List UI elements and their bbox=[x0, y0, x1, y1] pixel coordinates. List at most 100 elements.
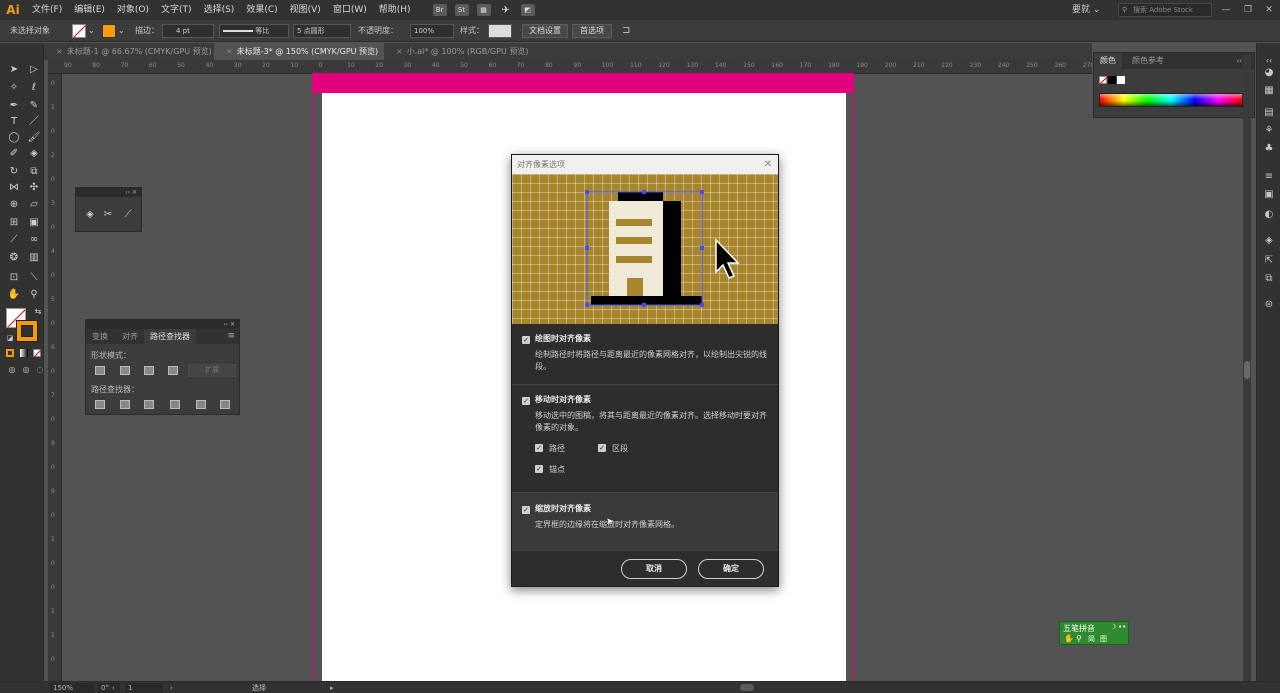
tab-pathfinder[interactable]: 路径查找器 bbox=[144, 329, 196, 344]
maximize-button[interactable]: ❐ bbox=[1238, 0, 1258, 20]
minimize-button[interactable]: — bbox=[1216, 0, 1236, 20]
prev-artboard-icon[interactable]: ‹ bbox=[112, 683, 115, 693]
type-tool-icon[interactable]: T bbox=[6, 115, 22, 129]
color-guide-icon[interactable]: ▦ bbox=[1262, 85, 1276, 97]
close-tab-icon[interactable]: × bbox=[226, 47, 233, 56]
layers-icon[interactable]: ◈ bbox=[1262, 235, 1276, 247]
anchor-checkbox[interactable]: ✓ bbox=[535, 465, 543, 473]
shaper-tool-icon[interactable]: ✐ bbox=[6, 147, 22, 161]
zoom-tool-icon[interactable]: ⚲ bbox=[26, 288, 42, 302]
document-setup-button[interactable]: 文档设置 bbox=[522, 24, 568, 38]
menu-view[interactable]: 视图(V) bbox=[284, 0, 327, 20]
stock-search-field[interactable]: ⚲ 搜索 Adobe Stock bbox=[1118, 3, 1212, 17]
shape-builder-tool-icon[interactable]: ⊕ bbox=[6, 198, 22, 212]
white-swatch[interactable] bbox=[1117, 76, 1125, 84]
ime-dots-icon[interactable]: •• bbox=[1118, 623, 1126, 631]
stroke-dropdown-icon[interactable]: ⌄ bbox=[118, 24, 125, 38]
tab-color-guide[interactable]: 颜色参考 bbox=[1126, 53, 1170, 69]
menu-type[interactable]: 文字(T) bbox=[155, 0, 198, 20]
menu-effect[interactable]: 效果(C) bbox=[240, 0, 283, 20]
export-icon[interactable]: ⇱ bbox=[1262, 255, 1276, 267]
tab-untitled-3[interactable]: × 未标题-3* @ 150% (CMYK/GPU 预览) bbox=[214, 43, 384, 60]
tab-untitled-1[interactable]: × 未标题-1 @ 66.67% (CMYK/GPU 预览) bbox=[44, 43, 214, 60]
stroke-weight-field[interactable]: 4 pt bbox=[162, 24, 214, 38]
scrollbar-thumb[interactable] bbox=[1244, 361, 1250, 379]
merge-button[interactable] bbox=[144, 400, 154, 409]
minus-back-button[interactable] bbox=[220, 400, 230, 409]
width-tool-icon[interactable]: ⋈ bbox=[6, 181, 22, 195]
slice-tool-icon[interactable]: ⟍ bbox=[26, 271, 42, 285]
ime-simplified-label[interactable]: 简 bbox=[1088, 634, 1095, 644]
color-icon[interactable]: ◕ bbox=[1262, 67, 1276, 79]
column-graph-tool-icon[interactable]: ▥ bbox=[26, 251, 42, 265]
none-swatch[interactable] bbox=[1099, 76, 1108, 85]
crop-button[interactable] bbox=[170, 400, 180, 409]
swatches-icon[interactable]: ▤ bbox=[1262, 107, 1276, 119]
brush-select[interactable]: 5 点圆形 bbox=[293, 24, 351, 38]
hand-tool-icon[interactable]: ✋ bbox=[6, 288, 22, 302]
status-menu-icon[interactable]: ▸ bbox=[330, 683, 334, 693]
none-mode-icon[interactable] bbox=[33, 349, 42, 358]
ime-toolbar[interactable]: 五笔拼音 ☽ •• ✋ ⚲ 简 图 bbox=[1059, 621, 1129, 645]
workspace-switcher[interactable]: 要就 ⌄ bbox=[1072, 0, 1100, 20]
menu-help[interactable]: 帮助(H) bbox=[373, 0, 417, 20]
move-snap-checkbox[interactable]: ✓ bbox=[522, 397, 530, 405]
close-icon[interactable]: ✕ bbox=[764, 155, 772, 174]
curvature-tool-icon[interactable]: ✎ bbox=[26, 99, 42, 113]
rotate-view-field[interactable]: 0° bbox=[98, 683, 120, 693]
close-tab-icon[interactable]: × bbox=[396, 47, 403, 56]
opacity-field[interactable]: 100% bbox=[410, 24, 454, 38]
knife-icon[interactable]: ⟋ bbox=[120, 208, 136, 222]
fill-dropdown-icon[interactable]: ⌄ bbox=[88, 24, 95, 38]
perspective-grid-tool-icon[interactable]: ▱ bbox=[26, 198, 42, 212]
brushes-icon[interactable]: ⚘ bbox=[1262, 125, 1276, 137]
zoom-field[interactable]: 150% bbox=[50, 683, 94, 693]
panel-header[interactable]: ‹‹ ✕ bbox=[76, 188, 141, 197]
arrange-documents-icon[interactable]: ▦ bbox=[476, 4, 491, 16]
ime-moon-icon[interactable]: ☽ bbox=[1110, 623, 1116, 631]
menu-window[interactable]: 窗口(W) bbox=[327, 0, 373, 20]
menu-object[interactable]: 对象(O) bbox=[111, 0, 155, 20]
default-colors-icon[interactable]: ◪ bbox=[2, 331, 18, 345]
eyedropper-tool-icon[interactable]: ⟋ bbox=[6, 233, 22, 247]
direct-selection-tool-icon[interactable]: ▷ bbox=[26, 63, 42, 77]
pen-tool-icon[interactable]: ✒ bbox=[6, 99, 22, 113]
magic-wand-tool-icon[interactable]: ✧ bbox=[6, 81, 22, 95]
libraries-icon[interactable]: ⊜ bbox=[1262, 299, 1276, 311]
ime-search-icon[interactable]: ⚲ bbox=[1076, 634, 1082, 643]
draw-snap-checkbox[interactable]: ✓ bbox=[522, 336, 530, 344]
artboard-tool-icon[interactable]: ⊡ bbox=[6, 271, 22, 285]
ok-button[interactable]: 确定 bbox=[698, 559, 764, 579]
stroke-profile-select[interactable]: 等比 bbox=[219, 24, 289, 38]
stroke-icon[interactable]: ≡ bbox=[1262, 171, 1276, 183]
black-swatch[interactable] bbox=[1108, 76, 1116, 84]
rotate-tool-icon[interactable]: ↻ bbox=[6, 165, 22, 179]
color-spectrum[interactable] bbox=[1099, 93, 1243, 107]
collapse-icon[interactable]: ‹‹ bbox=[1236, 53, 1242, 69]
exclude-button[interactable] bbox=[168, 366, 178, 375]
ime-image-label[interactable]: 图 bbox=[1100, 634, 1107, 644]
selection-tool-icon[interactable]: ➤ bbox=[6, 63, 22, 77]
mesh-tool-icon[interactable]: ⊞ bbox=[6, 216, 22, 230]
vertical-scrollbar[interactable] bbox=[1243, 55, 1251, 681]
puppet-warp-tool-icon[interactable]: ✣ bbox=[26, 181, 42, 195]
segment-checkbox[interactable]: ✓ bbox=[598, 444, 606, 452]
stroke-swatch[interactable] bbox=[102, 24, 116, 38]
arrange-icon[interactable]: ⊐ bbox=[622, 24, 630, 38]
stroke-color-swatch[interactable] bbox=[16, 320, 38, 342]
tab-transform[interactable]: 变换 bbox=[86, 329, 114, 344]
panel-menu-icon[interactable]: ≡ bbox=[227, 329, 235, 344]
menu-select[interactable]: 选择(S) bbox=[198, 0, 241, 20]
cancel-button[interactable]: 取消 bbox=[621, 559, 687, 579]
draw-inside-icon[interactable]: ◌ bbox=[32, 363, 48, 377]
scale-snap-checkbox[interactable]: ✓ bbox=[522, 506, 530, 514]
tab-color[interactable]: 颜色 bbox=[1094, 53, 1122, 69]
tab-align[interactable]: 对齐 bbox=[116, 329, 144, 344]
symbols-icon[interactable]: ♣ bbox=[1262, 143, 1276, 155]
minus-front-button[interactable] bbox=[120, 366, 130, 375]
gradient-mode-icon[interactable] bbox=[20, 349, 28, 357]
gradient-icon[interactable]: ▣ bbox=[1262, 189, 1276, 201]
fill-swatch[interactable] bbox=[72, 24, 86, 38]
close-window-button[interactable]: ✕ bbox=[1259, 0, 1279, 20]
scissors-icon[interactable]: ✂ bbox=[100, 208, 116, 222]
